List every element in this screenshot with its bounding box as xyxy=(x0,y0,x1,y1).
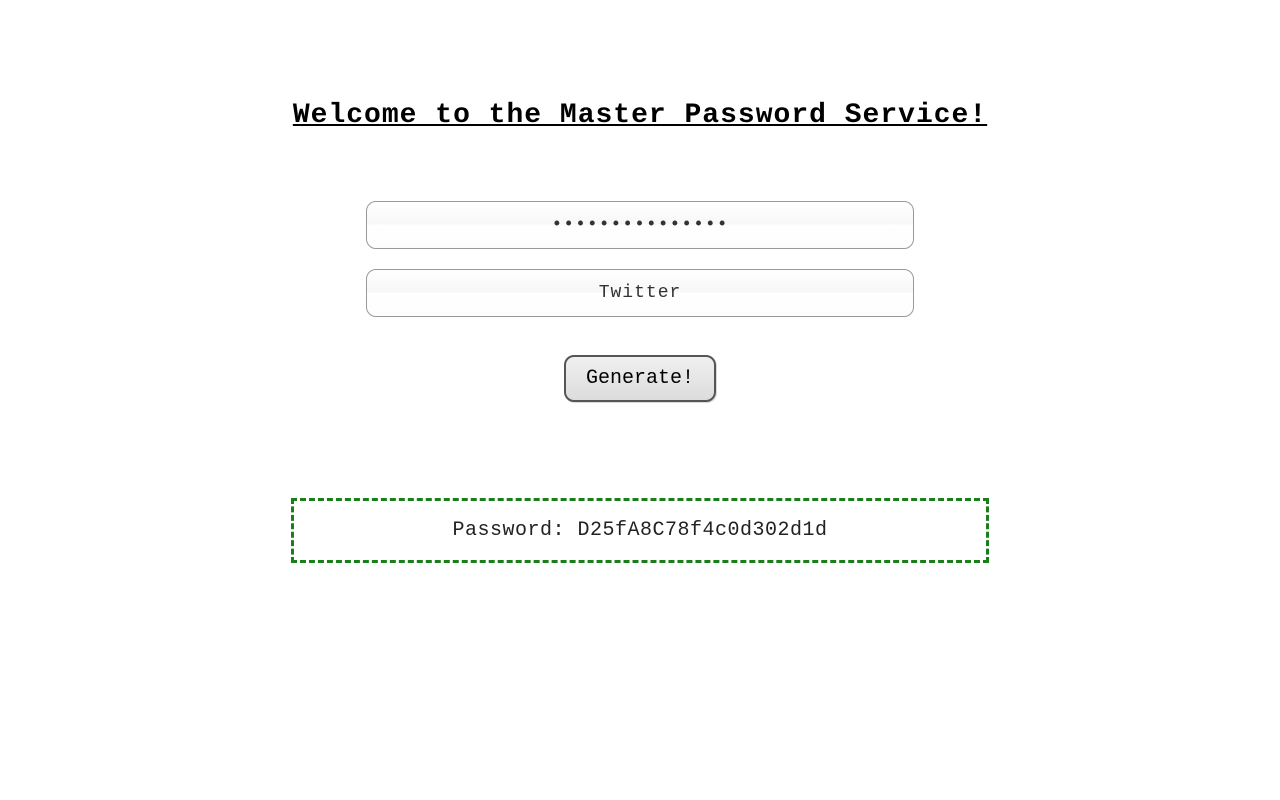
generate-button[interactable]: Generate! xyxy=(564,355,716,402)
service-name-input[interactable] xyxy=(366,269,914,317)
inputs-group xyxy=(366,201,914,317)
password-form: Generate! xyxy=(366,201,914,402)
page-title: Welcome to the Master Password Service! xyxy=(293,100,987,131)
output-label: Password: xyxy=(452,519,577,542)
generated-password-box: Password: D25fA8C78f4c0d302d1d xyxy=(291,498,989,563)
output-value: D25fA8C78f4c0d302d1d xyxy=(577,519,827,542)
master-password-input[interactable] xyxy=(366,201,914,249)
